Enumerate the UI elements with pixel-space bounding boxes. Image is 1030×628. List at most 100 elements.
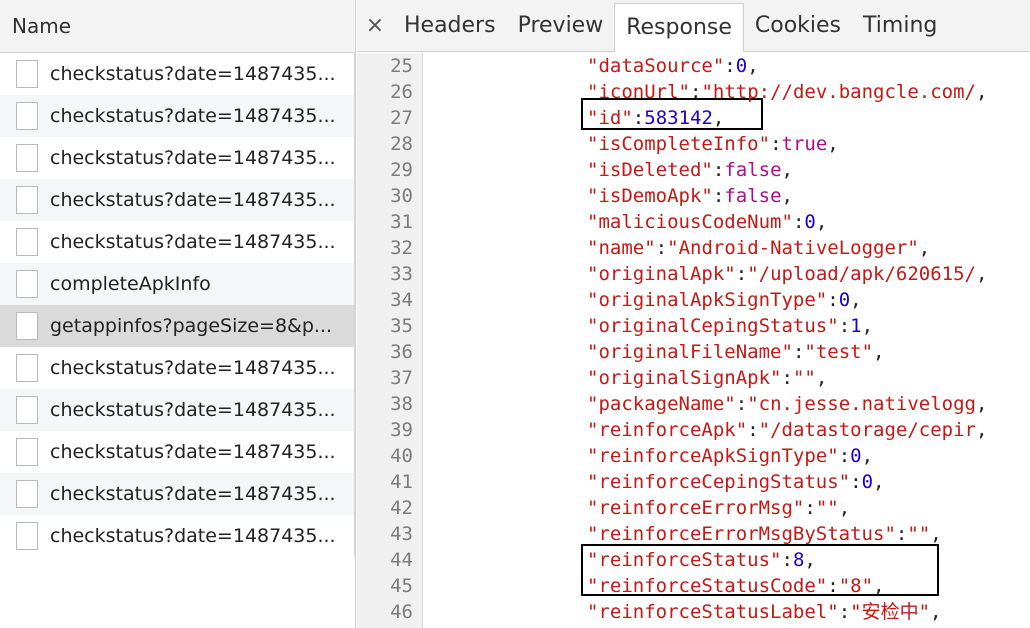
json-key: maliciousCodeNum xyxy=(598,211,782,233)
json-entry: "iconUrl":"http://dev.bangcle.com/, xyxy=(587,81,988,103)
json-value: 0 xyxy=(850,445,862,467)
request-row[interactable]: checkstatus?date=1487435... xyxy=(0,473,355,515)
json-value: "/upload/apk/620615/ xyxy=(747,263,976,285)
name-header-label: Name xyxy=(12,14,72,38)
request-name: checkstatus?date=1487435... xyxy=(50,189,336,211)
json-entry: "reinforceErrorMsgByStatus":"", xyxy=(587,523,942,545)
tab-timing[interactable]: Timing xyxy=(852,0,948,51)
json-entry: "reinforceStatus":8, xyxy=(587,549,816,571)
json-value: "test" xyxy=(804,341,874,363)
line-number: 33 xyxy=(390,263,413,285)
json-entry: "isCompleteInfo":true, xyxy=(587,133,839,155)
code-line: 40 "reinforceApkSignType":0, xyxy=(357,443,1030,469)
request-row[interactable]: checkstatus?date=1487435... xyxy=(0,515,355,557)
request-name: checkstatus?date=1487435... xyxy=(50,105,336,127)
line-number: 38 xyxy=(390,393,413,415)
json-key: iconUrl xyxy=(598,81,679,103)
json-entry: "isDemoApk":false, xyxy=(587,185,793,207)
code-line: 38 "packageName":"cn.jesse.nativelogg, xyxy=(357,391,1030,417)
request-name: checkstatus?date=1487435... xyxy=(50,147,336,169)
json-key: reinforceErrorMsgByStatus xyxy=(598,523,885,545)
json-key: name xyxy=(598,237,645,259)
line-number: 37 xyxy=(390,367,413,389)
line-number: 43 xyxy=(390,523,413,545)
line-number: 26 xyxy=(390,81,413,103)
json-key: reinforceStatusLabel xyxy=(598,601,828,623)
json-entry: "id":583142, xyxy=(587,107,725,129)
json-entry: "isDeleted":false, xyxy=(587,159,793,181)
json-value: false xyxy=(724,159,782,181)
line-number: 45 xyxy=(390,575,413,597)
code-line: 39 "reinforceApk":"/datastorage/cepir, xyxy=(357,417,1030,443)
json-entry: "reinforceApkSignType":0, xyxy=(587,445,874,467)
json-entry: "originalApk":"/upload/apk/620615/, xyxy=(587,263,988,285)
file-icon xyxy=(16,522,38,550)
request-row[interactable]: checkstatus?date=1487435... xyxy=(0,221,355,263)
json-value: "" xyxy=(907,523,931,545)
code-line: 29 "isDeleted":false, xyxy=(357,157,1030,183)
json-value: true xyxy=(781,133,828,155)
request-row[interactable]: checkstatus?date=1487435... xyxy=(0,179,355,221)
code-line: 42 "reinforceErrorMsg":"", xyxy=(357,495,1030,521)
request-row[interactable]: checkstatus?date=1487435... xyxy=(0,53,355,95)
json-key: id xyxy=(598,107,622,129)
json-value: 8 xyxy=(792,549,805,571)
json-key: reinforceErrorMsg xyxy=(598,497,793,519)
code-line: 46 "reinforceStatusLabel":"安检中", xyxy=(357,599,1030,625)
json-entry: "name":"Android-NativeLogger", xyxy=(587,237,931,259)
request-name: completeApkInfo xyxy=(50,273,211,295)
json-key: packageName xyxy=(598,393,725,415)
line-number: 29 xyxy=(390,159,413,181)
request-row[interactable]: getappinfos?pageSize=8&p... xyxy=(0,305,355,347)
line-number: 34 xyxy=(390,289,413,311)
code-line: 27 "id":583142, xyxy=(357,105,1030,131)
json-key: isCompleteInfo xyxy=(598,133,759,155)
json-entry: "originalSignApk":"", xyxy=(587,367,828,389)
request-name: checkstatus?date=1487435... xyxy=(50,483,336,505)
request-name: checkstatus?date=1487435... xyxy=(50,399,336,421)
json-value: "8" xyxy=(838,575,874,597)
line-number: 30 xyxy=(390,185,413,207)
tab-cookies[interactable]: Cookies xyxy=(744,0,852,51)
code-line: 33 "originalApk":"/upload/apk/620615/, xyxy=(357,261,1030,287)
json-key: reinforceApkSignType xyxy=(598,445,828,467)
request-row[interactable]: checkstatus?date=1487435... xyxy=(0,137,355,179)
tab-response[interactable]: Response xyxy=(614,3,744,52)
code-line: 34 "originalApkSignType":0, xyxy=(357,287,1030,313)
json-value: "cn.jesse.nativelogg xyxy=(747,393,976,415)
json-key: isDemoApk xyxy=(598,185,702,207)
code-line: 43 "reinforceErrorMsgByStatus":"", xyxy=(357,521,1030,547)
line-number: 35 xyxy=(390,315,413,337)
request-row[interactable]: completeApkInfo xyxy=(0,263,355,305)
request-row[interactable]: checkstatus?date=1487435... xyxy=(0,95,355,137)
file-icon xyxy=(16,144,38,172)
code-line: 28 "isCompleteInfo":true, xyxy=(357,131,1030,157)
tab-preview[interactable]: Preview xyxy=(507,0,615,51)
file-icon xyxy=(16,270,38,298)
name-column-header[interactable]: Name xyxy=(0,0,355,53)
line-number: 42 xyxy=(390,497,413,519)
file-icon xyxy=(16,186,38,214)
json-entry: "reinforceStatusLabel":"安检中", xyxy=(587,601,942,623)
json-entry: "maliciousCodeNum":0, xyxy=(587,211,828,233)
json-value: "" xyxy=(815,497,839,519)
json-key: isDeleted xyxy=(598,159,702,181)
request-row[interactable]: checkstatus?date=1487435... xyxy=(0,431,355,473)
code-line: 41 "reinforceCepingStatus":0, xyxy=(357,469,1030,495)
response-code-view[interactable]: 25 "dataSource":0, 26 "iconUrl":"http://dev… xyxy=(357,53,1030,628)
tab-headers[interactable]: Headers xyxy=(393,0,507,51)
json-value: 1 xyxy=(850,315,862,337)
request-list: checkstatus?date=1487435... checkstatus?d… xyxy=(0,53,355,557)
json-value: false xyxy=(724,185,782,207)
file-icon xyxy=(16,354,38,382)
line-number: 31 xyxy=(390,211,413,233)
line-number: 36 xyxy=(390,341,413,363)
code-line: 44 "reinforceStatus":8, xyxy=(357,547,1030,573)
request-name: checkstatus?date=1487435... xyxy=(50,525,336,547)
request-row[interactable]: checkstatus?date=1487435... xyxy=(0,389,355,431)
json-key: reinforceStatus xyxy=(598,549,771,571)
line-number: 40 xyxy=(390,445,413,467)
close-button[interactable]: × xyxy=(357,0,393,51)
request-row[interactable]: checkstatus?date=1487435... xyxy=(0,347,355,389)
code-line: 26 "iconUrl":"http://dev.bangcle.com/, xyxy=(357,79,1030,105)
